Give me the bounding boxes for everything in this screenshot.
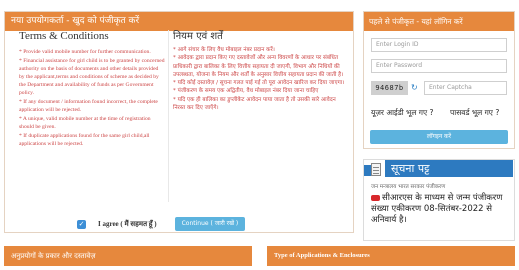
terms-hindi-item: * आवेदक द्वारा प्रदान किए गए दस्तावेजों … (173, 55, 344, 78)
terms-english-item: * Provide valid mobile number for furthe… (19, 49, 151, 55)
notice-item-new[interactable]: सीआरएस के माध्यम से जन्म पंजीकरण संख्या … (371, 193, 511, 226)
refresh-icon[interactable]: ↻ (411, 84, 419, 92)
notice-item-text: सीआरएस के माध्यम से जन्म पंजीकरण संख्या … (371, 193, 503, 225)
agree-row: ✓ I agree ( मैं सहमत हूँ ) Continue ( जा… (77, 216, 246, 232)
terms-english-title: Terms & Conditions (19, 30, 109, 42)
continue-button[interactable]: Continue ( जारी रखें ) (174, 217, 246, 231)
login-button[interactable]: लॉगइन करें (370, 130, 508, 144)
login-panel: पहले से पंजीकृत - यहां लॉगिन करें Enter … (363, 11, 515, 149)
terms-divider (168, 30, 169, 202)
captcha-input[interactable]: Enter Captcha (424, 81, 507, 95)
terms-hindi-title: नियम एवं शर्तें (173, 31, 223, 42)
captcha-image: 94687b (371, 81, 408, 95)
login-header: पहले से पंजीकृत - यहां लॉगिन करें (364, 12, 514, 31)
section-bar-application-types-hindi: अनुप्रयोगों के प्रकार और दस्तावेज़ (4, 246, 252, 266)
terms-english-item: * If any document / information found in… (19, 99, 158, 113)
notice-board: सूचना पट्ट जन मन्त्रालय भारत सरकार पंजीक… (363, 159, 515, 241)
terms-hindi-item: * यदि कोई दस्तावेज़ / सूचना गलत पाई गई त… (173, 80, 345, 87)
notice-title: सूचना पट्ट (385, 160, 513, 177)
terms-english-item: * Financial assistance for girl child is… (19, 58, 165, 96)
notice-icon (367, 160, 381, 177)
registration-panel: नया उपयोगकर्ता - खुद को पंजीकृत करें Ter… (4, 11, 354, 233)
terms-hindi-item: * यदि एक ही बालिका का डुप्लीकेट आवेदन पा… (173, 96, 336, 112)
terms-english-item: * A unique, valid mobile number at the t… (19, 116, 151, 130)
notice-item[interactable]: जन मन्त्रालय भारत सरकार पंजीकरण (371, 182, 511, 190)
agree-checkbox[interactable]: ✓ (77, 219, 86, 229)
terms-english: Terms & Conditions * Provide valid mobil… (19, 30, 165, 149)
section-bar-application-types-english: Type of Applications & Enclosures (267, 246, 515, 266)
forgot-password-link[interactable]: पासवर्ड भूल गए ? (450, 108, 499, 118)
password-input[interactable]: Enter Password (371, 59, 507, 73)
terms-hindi: नियम एवं शर्तें * आगे संचार के लिए वैध म… (173, 28, 347, 112)
login-id-input[interactable]: Enter Login ID (371, 38, 507, 52)
terms-hindi-item: * पंजीकरण के समय एक अद्वितीय, वैध मोबाइल… (173, 88, 319, 95)
notice-body: जन मन्त्रालय भारत सरकार पंजीकरण सीआरएस क… (371, 182, 511, 226)
notice-header: सूचना पट्ट (364, 160, 514, 177)
new-badge-icon (371, 194, 380, 201)
terms-english-item: * If duplicate applications found for th… (19, 133, 150, 147)
forgot-user-id-link[interactable]: यूज़र आईडी भूल गए ? (371, 108, 434, 118)
agree-label: I agree ( मैं सहमत हूँ ) (98, 219, 157, 228)
terms-hindi-item: * आगे संचार के लिए वैध मोबाइल नंबर प्रदा… (173, 47, 275, 53)
